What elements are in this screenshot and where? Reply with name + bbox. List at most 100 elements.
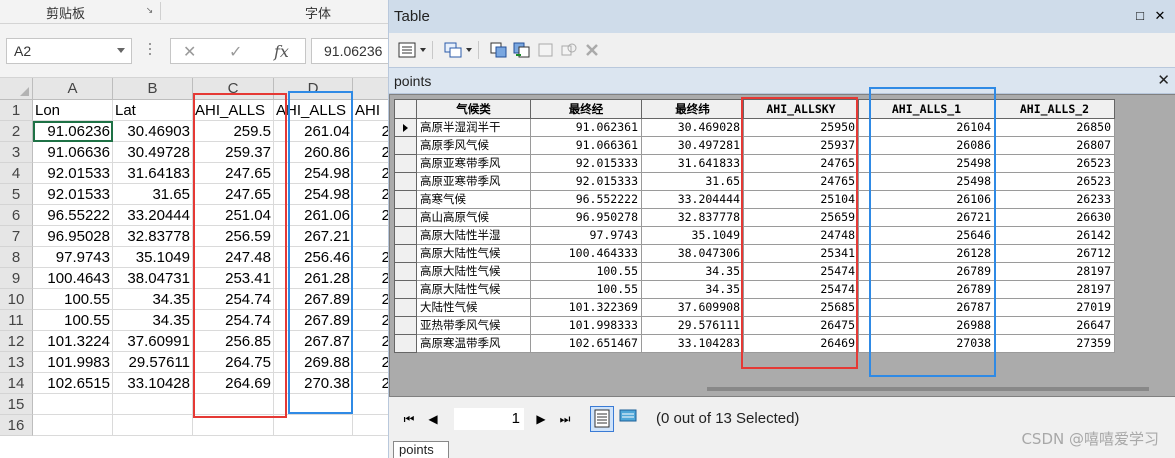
table-cell[interactable]: 267.89	[274, 289, 353, 310]
table-cell[interactable]: 2	[353, 247, 388, 268]
show-all-records-button[interactable]	[590, 406, 614, 432]
table-cell[interactable]: 92.015333	[531, 155, 642, 173]
table-cell[interactable]: 高原半湿润半干	[417, 119, 531, 137]
table-cell[interactable]: 32.83778	[113, 226, 193, 247]
table-cell[interactable]: 26142	[995, 227, 1115, 245]
table-cell[interactable]: 2	[353, 289, 388, 310]
previous-record-button[interactable]: ◀	[425, 410, 441, 428]
row-header[interactable]: 1	[0, 100, 33, 121]
switch-selection-icon[interactable]	[513, 42, 531, 58]
table-cell[interactable]: 96.95028	[33, 226, 113, 247]
next-record-button[interactable]: ▶	[533, 410, 549, 428]
row-header[interactable]: 3	[0, 142, 33, 163]
table-cell[interactable]: 269.88	[274, 352, 353, 373]
table-cell[interactable]: 38.047306	[642, 245, 744, 263]
table-cell[interactable]	[274, 394, 353, 415]
row-header[interactable]: 14	[0, 373, 33, 394]
table-cell[interactable]: 30.46903	[113, 121, 193, 142]
table-cell[interactable]: 264.75	[193, 352, 274, 373]
table-cell[interactable]: 24765	[744, 155, 859, 173]
table-cell[interactable]: 38.04731	[113, 268, 193, 289]
field-header[interactable]: 气候类	[417, 99, 531, 119]
row-selector-header[interactable]	[394, 99, 417, 119]
table-cell[interactable]: 267.87	[274, 331, 353, 352]
table-cell[interactable]: 26647	[995, 317, 1115, 335]
table-cell[interactable]	[353, 226, 388, 247]
table-cell[interactable]: 26128	[859, 245, 995, 263]
row-header[interactable]: 13	[0, 352, 33, 373]
table-cell[interactable]: AHI	[353, 100, 388, 121]
table-cell[interactable]: 100.55	[33, 289, 113, 310]
table-cell[interactable]: 259.37	[193, 142, 274, 163]
row-selector[interactable]	[394, 155, 417, 173]
table-cell[interactable]: 91.06636	[33, 142, 113, 163]
table-cell[interactable]: 26475	[744, 317, 859, 335]
table-cell[interactable]: 97.9743	[531, 227, 642, 245]
row-header[interactable]: 11	[0, 310, 33, 331]
table-cell[interactable]	[193, 394, 274, 415]
table-cell[interactable]: 2	[353, 268, 388, 289]
table-cell[interactable]: 97.9743	[33, 247, 113, 268]
table-cell[interactable]: 30.469028	[642, 119, 744, 137]
row-selector[interactable]	[394, 263, 417, 281]
row-selector[interactable]	[394, 281, 417, 299]
field-header[interactable]: AHI_ALLS_2	[995, 99, 1115, 119]
table-cell[interactable]: 32.837778	[642, 209, 744, 227]
field-header[interactable]: 最终经	[531, 99, 642, 119]
table-cell[interactable]	[274, 415, 353, 436]
table-cell[interactable]: 101.9983	[33, 352, 113, 373]
table-cell[interactable]: 高原亚寒带季风	[417, 173, 531, 191]
table-cell[interactable]: 26807	[995, 137, 1115, 155]
table-cell[interactable]: 26523	[995, 173, 1115, 191]
table-cell[interactable]: 254.98	[274, 163, 353, 184]
table-cell[interactable]: 101.322369	[531, 299, 642, 317]
row-header[interactable]: 5	[0, 184, 33, 205]
field-header[interactable]: AHI_ALLSKY	[744, 99, 859, 119]
table-cell[interactable]: 2	[353, 163, 388, 184]
table-cell[interactable]: Lon	[33, 100, 113, 121]
row-selector[interactable]	[394, 209, 417, 227]
table-cell[interactable]: 26233	[995, 191, 1115, 209]
table-cell[interactable]: 33.104283	[642, 335, 744, 353]
table-cell[interactable]: 27359	[995, 335, 1115, 353]
field-header[interactable]: AHI_ALLS_1	[859, 99, 995, 119]
table-cell[interactable]: 102.6515	[33, 373, 113, 394]
table-cell[interactable]: 256.85	[193, 331, 274, 352]
table-cell[interactable]: 91.062361	[531, 119, 642, 137]
related-tables-icon[interactable]	[444, 42, 462, 58]
row-header[interactable]: 15	[0, 394, 33, 415]
row-header[interactable]: 9	[0, 268, 33, 289]
table-cell[interactable]: 高原大陆性气候	[417, 281, 531, 299]
horizontal-scrollbar[interactable]	[707, 387, 1149, 391]
table-cell[interactable]: 100.464333	[531, 245, 642, 263]
zoom-to-selected-icon[interactable]	[560, 42, 578, 58]
table-cell[interactable]: 2	[353, 373, 388, 394]
table-cell[interactable]: 26523	[995, 155, 1115, 173]
table-cell[interactable]: 92.01533	[33, 163, 113, 184]
chevron-down-icon[interactable]	[420, 48, 426, 52]
table-cell[interactable]: 30.497281	[642, 137, 744, 155]
table-cell[interactable]: 29.576111	[642, 317, 744, 335]
table-cell[interactable]: 26787	[859, 299, 995, 317]
row-header[interactable]: 10	[0, 289, 33, 310]
table-cell[interactable]: 31.641833	[642, 155, 744, 173]
row-header[interactable]: 6	[0, 205, 33, 226]
table-cell[interactable]: 256.59	[193, 226, 274, 247]
table-cell[interactable]: 25950	[744, 119, 859, 137]
table-cell[interactable]: 91.06236	[33, 121, 113, 142]
table-cell[interactable]: 25474	[744, 281, 859, 299]
table-cell[interactable]: 267.21	[274, 226, 353, 247]
table-cell[interactable]: 25498	[859, 173, 995, 191]
table-cell[interactable]: 25474	[744, 263, 859, 281]
table-cell[interactable]: 31.65	[113, 184, 193, 205]
table-cell[interactable]: 270.38	[274, 373, 353, 394]
table-cell[interactable]: 251.04	[193, 205, 274, 226]
table-cell[interactable]: 高原亚寒带季风	[417, 155, 531, 173]
table-cell[interactable]: 96.950278	[531, 209, 642, 227]
table-cell[interactable]: 37.60991	[113, 331, 193, 352]
table-cell[interactable]: 261.06	[274, 205, 353, 226]
table-cell[interactable]: 28197	[995, 263, 1115, 281]
table-cell[interactable]: 大陆性气候	[417, 299, 531, 317]
table-cell[interactable]: 92.01533	[33, 184, 113, 205]
table-cell[interactable]: 24748	[744, 227, 859, 245]
